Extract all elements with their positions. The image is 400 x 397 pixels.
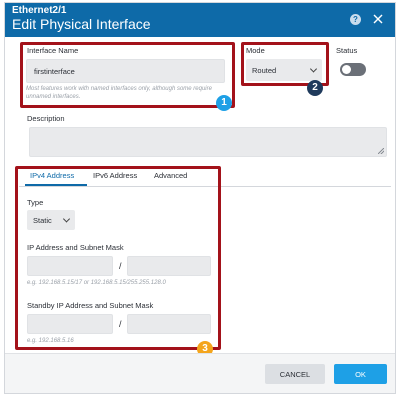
standby-ip-label: Standby IP Address and Subnet Mask [27,301,154,310]
dialog-footer: CANCEL OK [5,353,395,393]
help-icon[interactable]: ? [350,14,361,25]
status-toggle[interactable] [340,63,366,76]
interface-name-input[interactable]: firstinterface [26,59,225,83]
ip-address-label: IP Address and Subnet Mask [27,243,124,252]
edit-interface-dialog: Ethernet2/1 Edit Physical Interface ? In… [4,2,396,394]
chevron-down-icon [62,215,71,223]
dialog-subtitle: Ethernet2/1 [12,5,67,16]
dialog-header: Ethernet2/1 Edit Physical Interface ? [5,3,395,37]
type-label: Type [27,198,44,207]
ip-address-input[interactable] [27,256,113,276]
standby-mask-separator: / [119,319,122,329]
close-icon[interactable] [371,12,385,26]
type-value: Static [33,215,52,225]
ip-address-hint: e.g. 192.168.5.15/17 or 192.168.5.15/255… [27,280,166,286]
active-tab-indicator [25,184,87,186]
cancel-button[interactable]: CANCEL [265,364,325,384]
interface-name-hint: Most features work with named interfaces… [26,86,212,100]
mode-label: Mode [246,46,265,55]
description-textarea[interactable] [29,127,387,157]
interface-name-value: firstinterface [34,66,75,76]
tab-advanced[interactable]: Advanced [154,171,187,180]
callout-badge-2: 2 [307,80,323,96]
dialog-title: Edit Physical Interface [12,16,151,32]
tab-ipv4-address[interactable]: IPv4 Address [30,171,74,180]
standby-ip-input[interactable] [27,314,113,334]
interface-name-label: Interface Name [27,46,79,55]
chevron-down-icon [309,65,318,73]
subnet-mask-input[interactable] [127,256,211,276]
callout-badge-1: 1 [216,95,232,111]
status-toggle-knob [342,65,351,74]
resize-handle-icon[interactable] [378,148,384,154]
standby-ip-hint: e.g. 192.168.5.16 [27,338,74,344]
standby-mask-input[interactable] [127,314,211,334]
ip-mask-separator: / [119,261,122,271]
mode-select[interactable]: Routed [246,59,322,81]
address-tabs: IPv4 Address IPv6 Address Advanced [19,167,391,187]
tab-ipv6-address[interactable]: IPv6 Address [93,171,137,180]
description-label: Description [27,114,65,123]
type-select[interactable]: Static [27,210,75,230]
status-label: Status [336,46,358,55]
ok-button[interactable]: OK [334,364,387,384]
mode-value: Routed [252,65,277,75]
